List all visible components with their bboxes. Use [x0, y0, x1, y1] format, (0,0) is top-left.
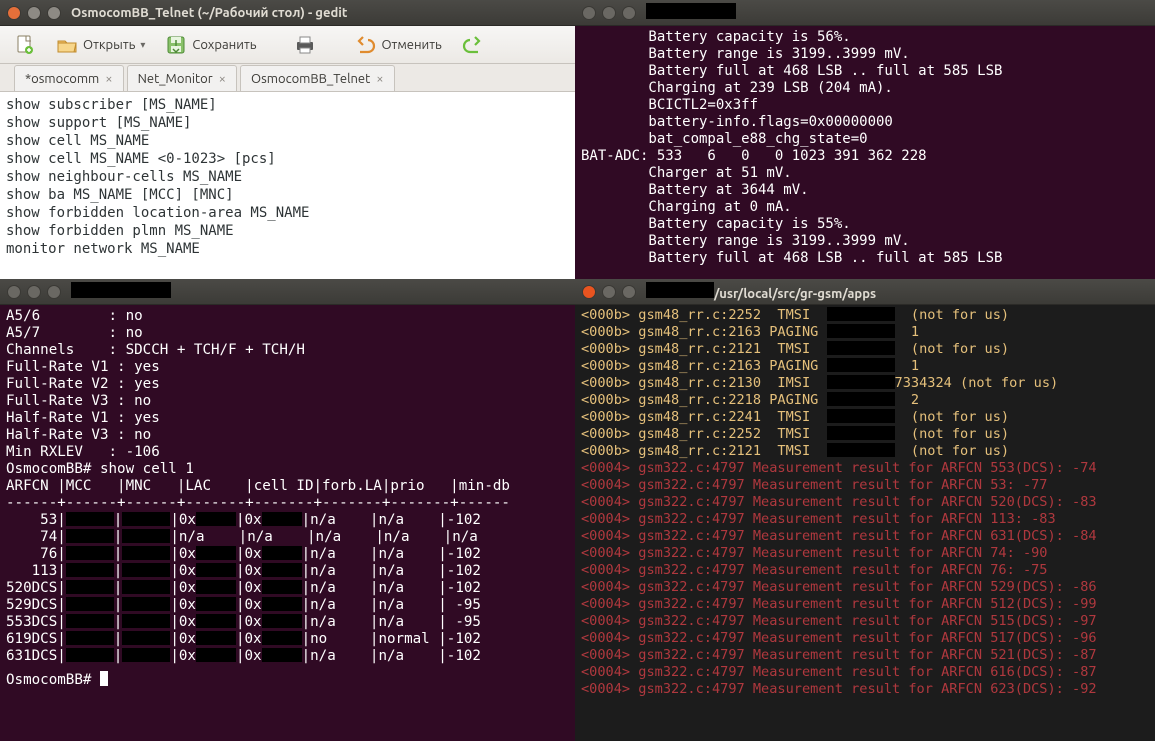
minimize-icon[interactable] [602, 285, 616, 299]
terminal-output[interactable]: A5/6 : noA5/7 : noChannels : SDCCH + TCH… [0, 305, 575, 693]
close-icon[interactable] [7, 285, 21, 299]
window-title [646, 3, 736, 22]
terminal-output[interactable]: <000b> gsm48_rr.c:2252 TMSI (not for us)… [575, 305, 1155, 702]
minimize-icon[interactable] [27, 6, 41, 20]
terminal-grgsm: /usr/local/src/gr-gsm/apps <000b> gsm48_… [575, 279, 1155, 741]
gedit-tabstrip: *osmocomm × Net_Monitor × OsmocomBB_Teln… [0, 64, 575, 92]
undo-button[interactable]: Отменить [348, 30, 447, 60]
chevron-down-icon: ▾ [140, 39, 145, 51]
terminal-titlebar[interactable] [575, 0, 1155, 26]
open-label: Открыть [83, 38, 135, 52]
terminal-battery: Battery capacity is 56%. Battery range i… [575, 0, 1155, 279]
maximize-icon[interactable] [47, 6, 61, 20]
terminal-output[interactable]: Battery capacity is 56%. Battery range i… [575, 26, 1155, 271]
tab-osmocombb-telnet[interactable]: OsmocomBB_Telnet × [240, 65, 395, 91]
close-icon[interactable] [582, 285, 596, 299]
minimize-icon[interactable] [27, 285, 41, 299]
print-icon [294, 34, 316, 56]
close-icon[interactable]: × [219, 72, 226, 86]
close-icon[interactable] [582, 6, 596, 20]
terminal-titlebar[interactable]: /usr/local/src/gr-gsm/apps [575, 279, 1155, 305]
gedit-window: OsmocomBB_Telnet (~/Рабочий стол) - gedi… [0, 0, 575, 279]
save-label: Сохранить [192, 38, 256, 52]
minimize-icon[interactable] [602, 6, 616, 20]
tab-label: *osmocomm [25, 72, 99, 86]
tab-osmocomm[interactable]: *osmocomm × [14, 65, 124, 91]
gedit-toolbar: Открыть ▾ Сохранить Отменить [0, 26, 575, 64]
window-title [71, 282, 171, 301]
redo-icon [462, 34, 484, 56]
new-doc-icon [14, 34, 36, 56]
print-button[interactable] [288, 30, 322, 60]
terminal-titlebar[interactable] [0, 279, 575, 305]
maximize-icon[interactable] [622, 6, 636, 20]
redo-button[interactable] [456, 30, 490, 60]
folder-open-icon [56, 34, 78, 56]
tab-net-monitor[interactable]: Net_Monitor × [127, 65, 237, 91]
window-title: OsmocomBB_Telnet (~/Рабочий стол) - gedi… [71, 6, 347, 20]
tab-label: Net_Monitor [138, 72, 213, 86]
undo-icon [354, 34, 376, 56]
close-icon[interactable]: × [105, 72, 112, 86]
window-title: /usr/local/src/gr-gsm/apps [646, 282, 876, 301]
new-doc-button[interactable] [8, 30, 42, 60]
terminal-osmocombb: A5/6 : noA5/7 : noChannels : SDCCH + TCH… [0, 279, 575, 741]
open-button[interactable]: Открыть ▾ [50, 30, 151, 60]
undo-label: Отменить [381, 38, 441, 52]
maximize-icon[interactable] [47, 285, 61, 299]
gedit-titlebar[interactable]: OsmocomBB_Telnet (~/Рабочий стол) - gedi… [0, 0, 575, 26]
maximize-icon[interactable] [622, 285, 636, 299]
save-button[interactable]: Сохранить [159, 30, 262, 60]
save-icon [165, 34, 187, 56]
close-icon[interactable] [7, 6, 21, 20]
tab-label: OsmocomBB_Telnet [251, 72, 370, 86]
editor-content[interactable]: show subscriber [MS_NAME] show support [… [0, 92, 575, 279]
close-icon[interactable]: × [376, 72, 383, 86]
